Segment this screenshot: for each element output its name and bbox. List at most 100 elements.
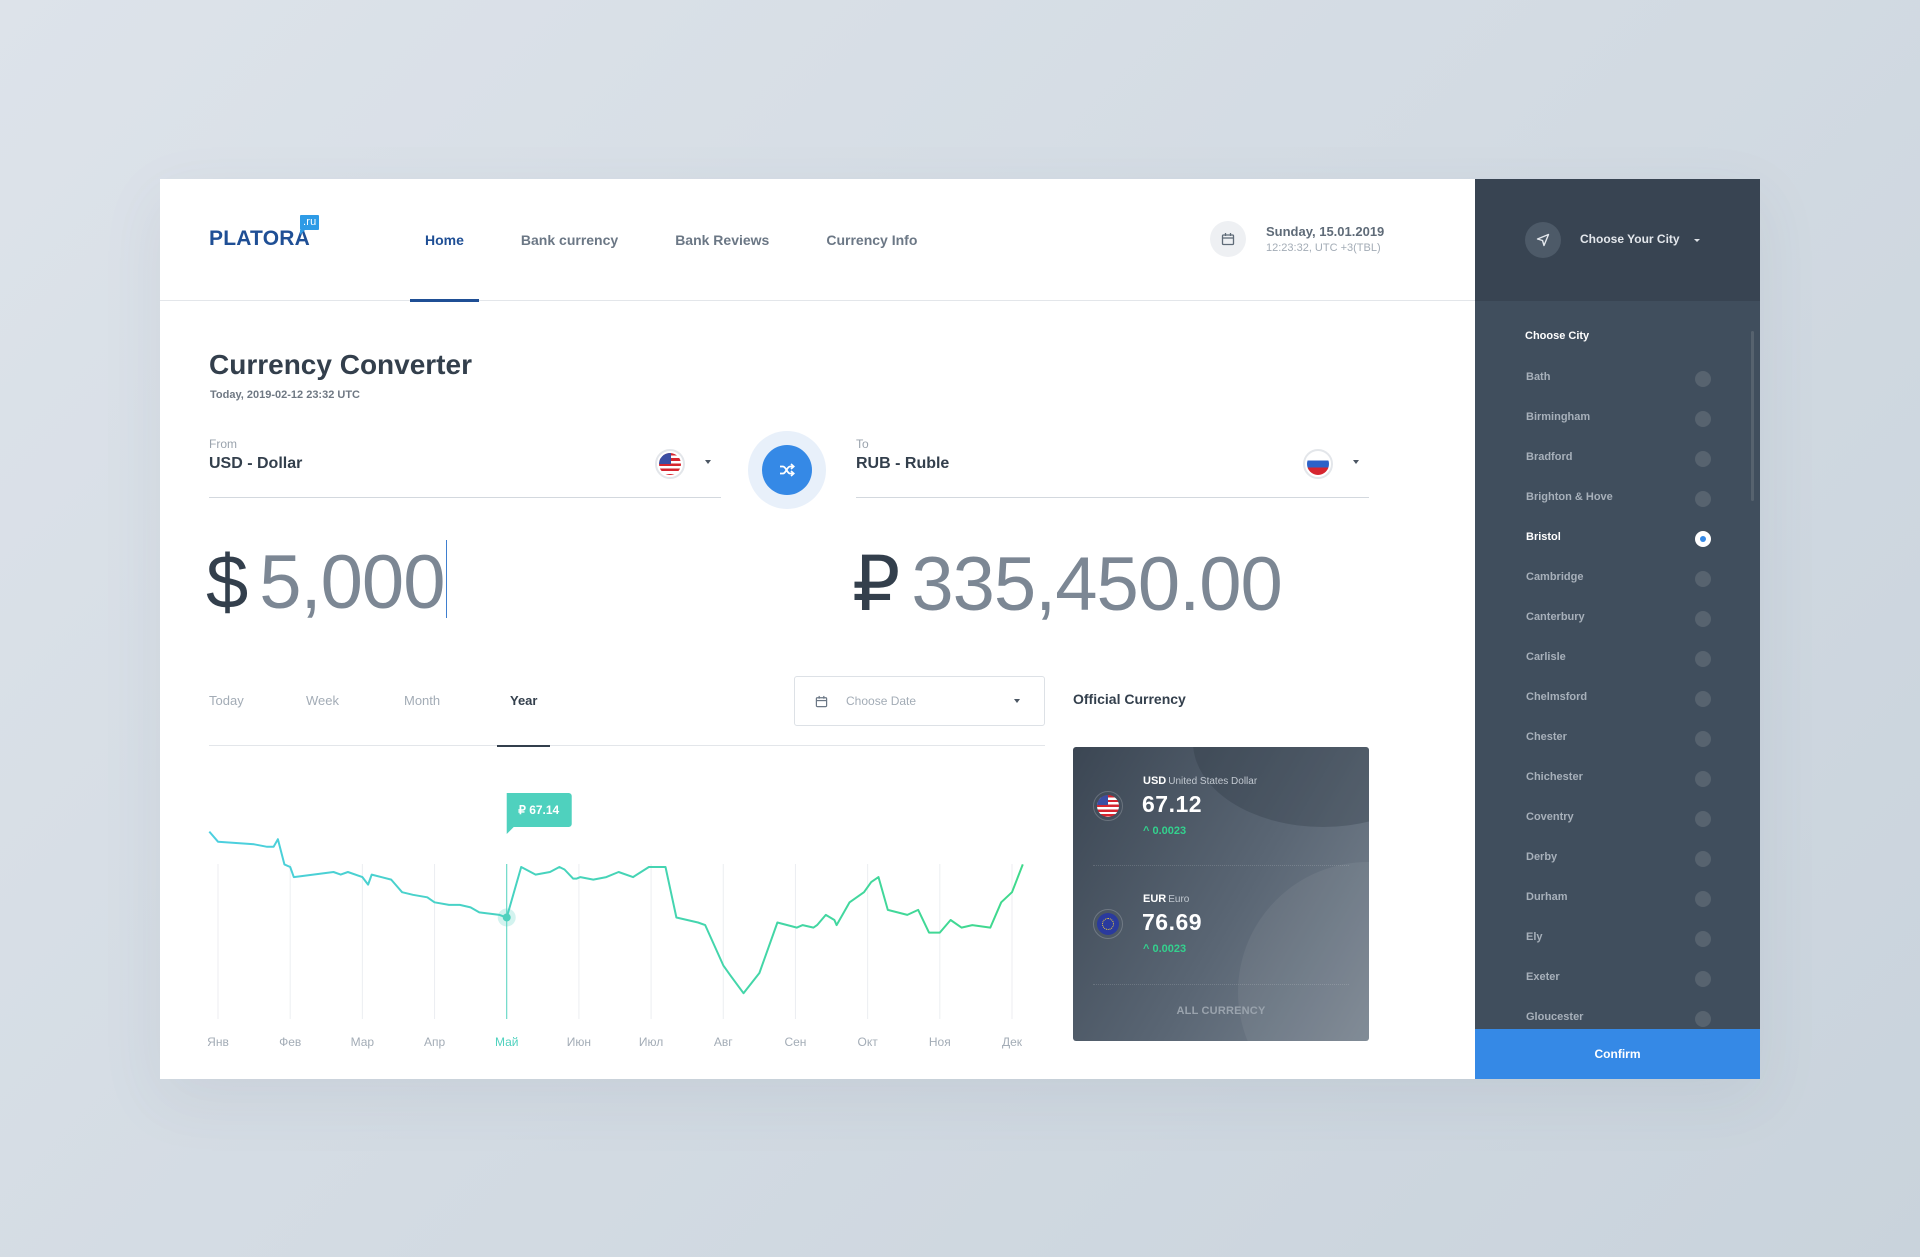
city-radio[interactable]: [1695, 651, 1711, 667]
city-radio[interactable]: [1695, 731, 1711, 747]
city-radio[interactable]: [1695, 891, 1711, 907]
city-option[interactable]: Exeter: [1475, 959, 1760, 999]
us-flag-icon: [1093, 791, 1123, 821]
city-radio[interactable]: [1695, 611, 1711, 627]
x-tick-label[interactable]: Фев: [279, 1035, 301, 1049]
from-amount-input[interactable]: $5,000: [206, 539, 448, 626]
tab-year[interactable]: Year: [497, 676, 551, 747]
x-tick-label[interactable]: Апр: [424, 1035, 446, 1049]
x-tick-label[interactable]: Дек: [1002, 1035, 1023, 1049]
city-option[interactable]: Chichester: [1475, 759, 1760, 799]
city-option[interactable]: Chelmsford: [1475, 679, 1760, 719]
to-value: RUB - Ruble: [856, 455, 950, 472]
shuffle-icon: [762, 445, 812, 495]
swap-button[interactable]: [748, 431, 826, 509]
x-tick-label[interactable]: Ноя: [929, 1035, 951, 1049]
tab-week[interactable]: Week: [293, 676, 352, 746]
city-option[interactable]: Brighton & Hove: [1475, 479, 1760, 519]
city-option[interactable]: Gloucester: [1475, 999, 1760, 1029]
city-option[interactable]: Chester: [1475, 719, 1760, 759]
tab-today[interactable]: Today: [196, 676, 257, 746]
chevron-down-icon[interactable]: [705, 460, 711, 464]
us-flag-icon: [655, 449, 685, 479]
nav-bank-reviews[interactable]: Bank Reviews: [660, 179, 784, 301]
to-amount-output: ₽335,450.00: [852, 539, 1283, 628]
divider: [1093, 984, 1349, 985]
city-name: Gloucester: [1526, 1011, 1584, 1023]
currency-row-eur[interactable]: EUR Euro 76.69 ^ 0.0023: [1073, 865, 1369, 983]
rate-chart[interactable]: Янв Фев Мар Апр Май Июн Июл Авг Сен Окт Ноя Дек ₽ 6…: [200, 769, 1050, 1059]
city-option[interactable]: Derby: [1475, 839, 1760, 879]
to-label: To: [856, 437, 869, 451]
chevron-down-icon[interactable]: [1353, 460, 1359, 464]
chevron-down-icon[interactable]: [1694, 239, 1700, 242]
all-currency-link[interactable]: ALL CURRENCY: [1073, 1005, 1369, 1017]
x-tick-label[interactable]: Авг: [714, 1035, 733, 1049]
city-radio[interactable]: [1695, 1011, 1711, 1027]
x-tick-label[interactable]: Июл: [639, 1035, 663, 1049]
city-list-title: Choose City: [1525, 330, 1590, 342]
nav-currency-info[interactable]: Currency Info: [811, 179, 932, 301]
x-tick-label[interactable]: Окт: [858, 1035, 879, 1049]
city-option[interactable]: Coventry: [1475, 799, 1760, 839]
city-name: Ely: [1526, 931, 1543, 943]
dollar-symbol: $: [206, 540, 248, 625]
to-currency-select[interactable]: To RUB - Ruble: [856, 437, 1369, 498]
choose-date-dropdown[interactable]: Choose Date: [794, 676, 1045, 726]
city-option[interactable]: Ely: [1475, 919, 1760, 959]
from-amount-value: 5,000: [259, 540, 445, 625]
x-tick-label[interactable]: Сен: [784, 1035, 806, 1049]
x-tick-label[interactable]: Янв: [207, 1035, 229, 1049]
brand-badge: .ru: [300, 215, 320, 235]
city-radio[interactable]: [1695, 491, 1711, 507]
city-name: Coventry: [1526, 811, 1574, 823]
choose-date-placeholder: Choose Date: [846, 694, 917, 708]
x-tick-label[interactable]: Мар: [351, 1035, 375, 1049]
city-option[interactable]: Birmingham: [1475, 399, 1760, 439]
city-radio[interactable]: [1695, 971, 1711, 987]
city-option[interactable]: Carlisle: [1475, 639, 1760, 679]
currency-change: ^ 0.0023: [1143, 825, 1187, 837]
city-radio[interactable]: [1695, 851, 1711, 867]
city-name: Birmingham: [1526, 411, 1591, 423]
currency-rate: 76.69: [1142, 909, 1203, 935]
confirm-button[interactable]: Confirm: [1475, 1029, 1760, 1079]
city-radio[interactable]: [1695, 571, 1711, 587]
city-name: Cambridge: [1526, 571, 1584, 583]
choose-your-city-dropdown[interactable]: Choose Your City: [1580, 232, 1680, 246]
currency-change: ^ 0.0023: [1143, 943, 1187, 955]
city-option[interactable]: Bristol: [1475, 519, 1760, 559]
rate-line: [208, 830, 1024, 995]
page-subtitle: Today, 2019-02-12 23:32 UTC: [210, 389, 360, 401]
tab-month[interactable]: Month: [391, 676, 453, 746]
tooltip-text: ₽ 67.14: [518, 803, 559, 817]
brand-logo[interactable]: PLATORA .ru: [209, 215, 320, 251]
from-currency-select[interactable]: From USD - Dollar: [209, 437, 721, 498]
main-nav: Home Bank currency Bank Reviews Currency…: [410, 179, 959, 302]
city-radio[interactable]: [1695, 811, 1711, 827]
page-title: Currency Converter: [209, 349, 472, 380]
city-radio[interactable]: [1695, 771, 1711, 787]
x-tick-label[interactable]: Май: [495, 1035, 519, 1049]
city-option[interactable]: Canterbury: [1475, 599, 1760, 639]
city-radio[interactable]: [1695, 531, 1711, 547]
time-text: 12:23:32, UTC +3(TBL): [1266, 242, 1381, 254]
city-option[interactable]: Bradford: [1475, 439, 1760, 479]
city-radio[interactable]: [1695, 691, 1711, 707]
nav-bank-currency[interactable]: Bank currency: [506, 179, 633, 301]
city-name: Bath: [1526, 371, 1551, 383]
x-tick-label[interactable]: Июн: [567, 1035, 591, 1049]
text-cursor: [446, 540, 448, 618]
city-name: Carlisle: [1526, 651, 1566, 663]
highlight-point[interactable]: [502, 913, 511, 922]
to-amount-value: 335,450.00: [911, 542, 1282, 627]
city-option[interactable]: Bath: [1475, 359, 1760, 399]
currency-row-usd[interactable]: USD United States Dollar 67.12 ^ 0.0023: [1073, 747, 1369, 865]
city-option[interactable]: Durham: [1475, 879, 1760, 919]
city-radio[interactable]: [1695, 451, 1711, 467]
city-radio[interactable]: [1695, 411, 1711, 427]
city-option[interactable]: Cambridge: [1475, 559, 1760, 599]
city-radio[interactable]: [1695, 931, 1711, 947]
nav-home[interactable]: Home: [410, 179, 479, 302]
city-radio[interactable]: [1695, 371, 1711, 387]
